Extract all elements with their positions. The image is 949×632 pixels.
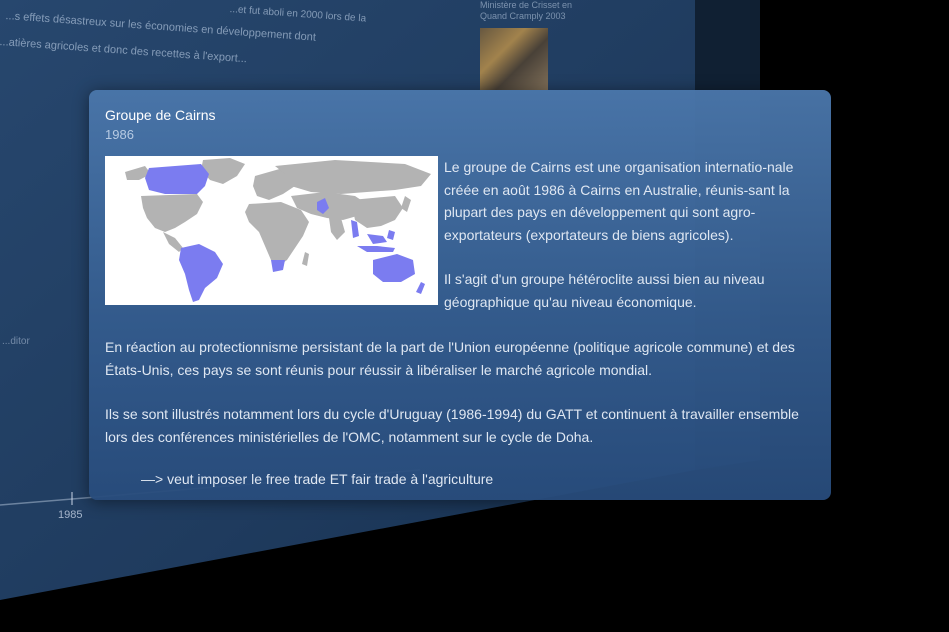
timeline-year-label: 1985 — [58, 509, 83, 521]
presentation-scene: ...s effets désastreux sur les économies… — [0, 0, 949, 632]
description-paragraph: En réaction au protectionnisme persistan… — [105, 339, 795, 378]
summary-paragraph: Il s'agit d'un groupe hétéroclite aussi … — [444, 271, 765, 310]
description-paragraph: Ils se sont illustrés notamment lors du … — [105, 406, 799, 445]
background-left-label: ...ditor — [2, 336, 30, 347]
background-photo[interactable] — [480, 28, 548, 90]
event-title: Groupe de Cairns — [105, 107, 216, 123]
event-summary: Le groupe de Cairns est une organisation… — [444, 156, 816, 335]
event-description: En réaction au protectionnisme persistan… — [105, 336, 825, 470]
background-photo-title: Ministère de Crisset en Quand Cramply 20… — [480, 0, 573, 21]
world-map-icon — [105, 156, 438, 305]
summary-paragraph: Le groupe de Cairns est une organisation… — [444, 159, 794, 243]
event-year: 1986 — [105, 127, 134, 142]
event-detail-card[interactable]: Groupe de Cairns 1986 Le groupe de Cairn… — [89, 90, 831, 500]
world-map-image — [105, 156, 438, 305]
event-note: —> veut imposer le free trade ET fair tr… — [141, 471, 494, 487]
